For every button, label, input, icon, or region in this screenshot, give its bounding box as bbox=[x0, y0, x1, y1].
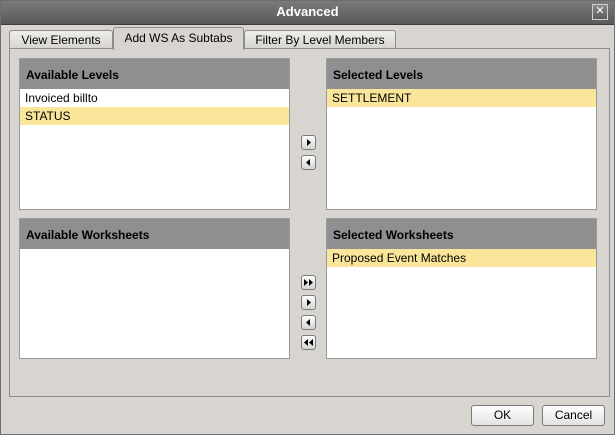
tab-filter-by-level-members[interactable]: Filter By Level Members bbox=[244, 30, 396, 49]
arrow-right-icon bbox=[307, 139, 311, 146]
title-bar[interactable]: Advanced ✕ bbox=[1, 1, 614, 25]
cancel-button[interactable]: Cancel bbox=[542, 405, 605, 426]
list-item[interactable]: Invoiced billto bbox=[20, 89, 289, 107]
available-worksheets-list[interactable]: Available Worksheets bbox=[19, 218, 290, 359]
selected-worksheets-header: Selected Worksheets bbox=[327, 219, 596, 249]
tab-label: Filter By Level Members bbox=[255, 33, 385, 47]
dialog-title: Advanced bbox=[276, 4, 339, 19]
remove-level-button[interactable] bbox=[301, 155, 316, 170]
selected-worksheets-list[interactable]: Selected Worksheets Proposed Event Match… bbox=[326, 218, 597, 359]
arrow-left-icon bbox=[306, 159, 310, 166]
list-item[interactable]: STATUS bbox=[20, 107, 289, 125]
selected-levels-list[interactable]: Selected Levels SETTLEMENT bbox=[326, 58, 597, 210]
arrow-right-icon bbox=[307, 299, 311, 306]
list-item[interactable]: SETTLEMENT bbox=[327, 89, 596, 107]
available-worksheets-header: Available Worksheets bbox=[20, 219, 289, 249]
add-level-button[interactable] bbox=[301, 135, 316, 150]
tab-add-ws-as-subtabs[interactable]: Add WS As Subtabs bbox=[113, 27, 244, 50]
tab-label: View Elements bbox=[21, 33, 101, 47]
add-worksheet-button[interactable] bbox=[301, 295, 316, 310]
double-arrow-left-icon bbox=[304, 339, 313, 346]
tab-content-panel: Available Levels Invoiced billto STATUS … bbox=[9, 48, 610, 397]
advanced-dialog: Advanced ✕ View Elements Add WS As Subta… bbox=[0, 0, 615, 435]
remove-worksheet-button[interactable] bbox=[301, 315, 316, 330]
selected-levels-header: Selected Levels bbox=[327, 59, 596, 89]
tab-view-elements[interactable]: View Elements bbox=[9, 30, 113, 49]
ok-button[interactable]: OK bbox=[471, 405, 534, 426]
add-all-worksheets-button[interactable] bbox=[301, 275, 316, 290]
list-item[interactable]: Proposed Event Matches bbox=[327, 249, 596, 267]
tab-label: Add WS As Subtabs bbox=[124, 31, 233, 45]
available-levels-list[interactable]: Available Levels Invoiced billto STATUS bbox=[19, 58, 290, 210]
double-arrow-right-icon bbox=[304, 279, 313, 286]
arrow-left-icon bbox=[306, 319, 310, 326]
remove-all-worksheets-button[interactable] bbox=[301, 335, 316, 350]
close-icon[interactable]: ✕ bbox=[592, 4, 608, 20]
available-levels-header: Available Levels bbox=[20, 59, 289, 89]
